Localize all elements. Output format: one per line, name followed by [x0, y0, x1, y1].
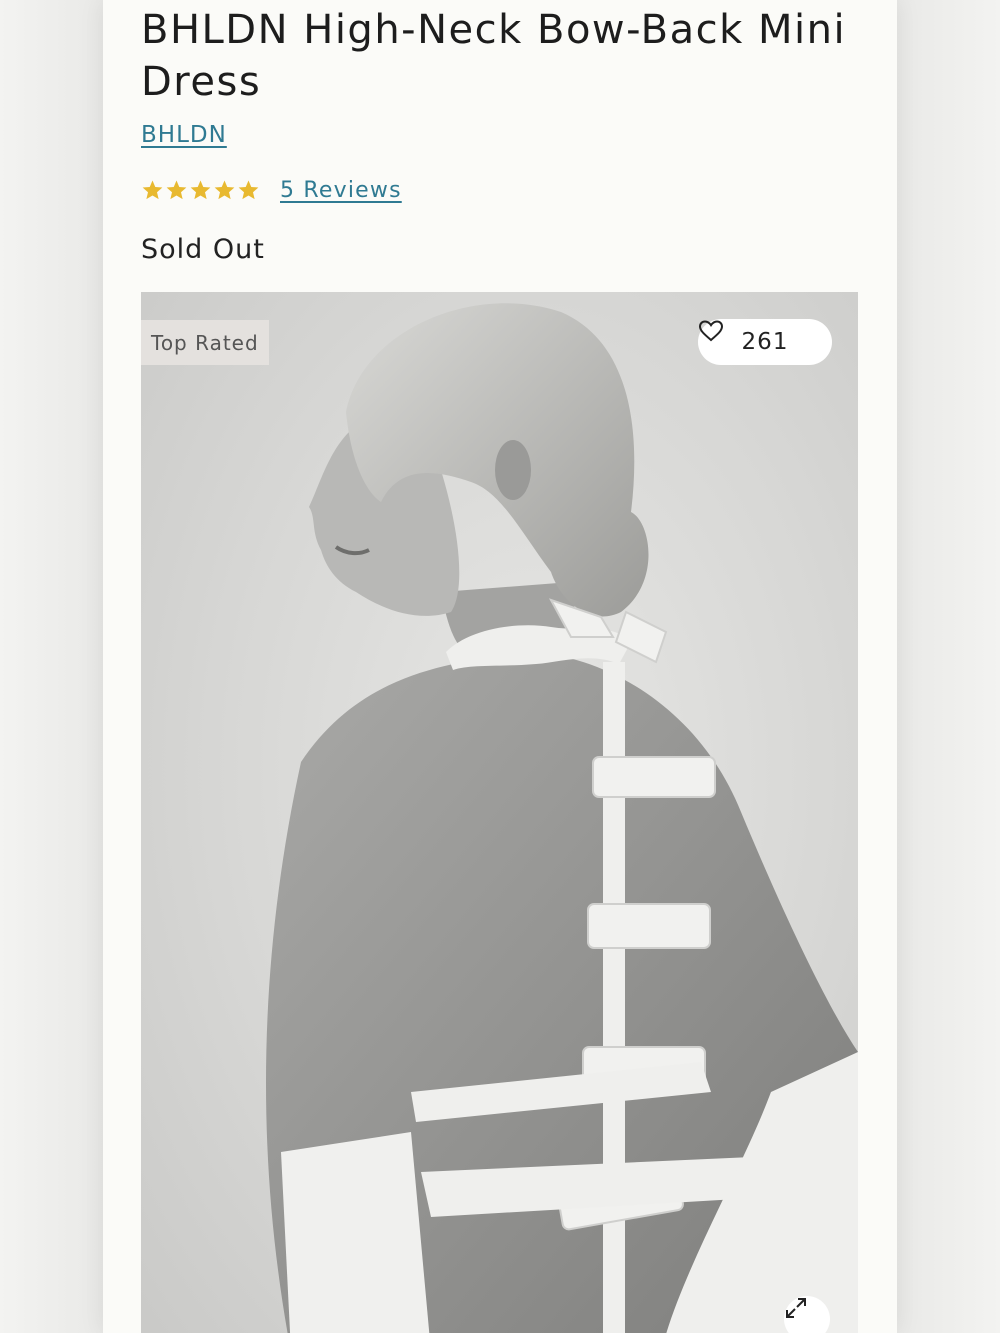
expand-arrows-icon [786, 1298, 806, 1318]
favorite-button[interactable]: 261 [698, 319, 832, 365]
favorite-count: 261 [741, 329, 789, 355]
rating-row: 5 Reviews [141, 174, 402, 206]
page-gutter-left [0, 0, 103, 1333]
star-icon [214, 179, 235, 199]
page-gutter-right [897, 0, 1000, 1333]
product-card: BHLDN High-Neck Bow-Back Mini Dress BHLD… [103, 0, 897, 1333]
product-title: BHLDN High-Neck Bow-Back Mini Dress [141, 7, 847, 105]
heart-icon [698, 320, 724, 342]
star-icon [190, 179, 211, 199]
top-rated-badge: Top Rated [141, 320, 269, 365]
product-photo-illustration [266, 303, 858, 1333]
product-image[interactable]: Top Rated 261 [141, 292, 858, 1333]
star-rating [141, 179, 260, 202]
brand-link[interactable]: BHLDN [141, 122, 227, 148]
star-icon [166, 179, 187, 199]
reviews-link[interactable]: 5 Reviews [280, 178, 402, 203]
star-icon [142, 179, 163, 199]
star-icon [238, 179, 259, 199]
stock-status: Sold Out [141, 234, 265, 265]
